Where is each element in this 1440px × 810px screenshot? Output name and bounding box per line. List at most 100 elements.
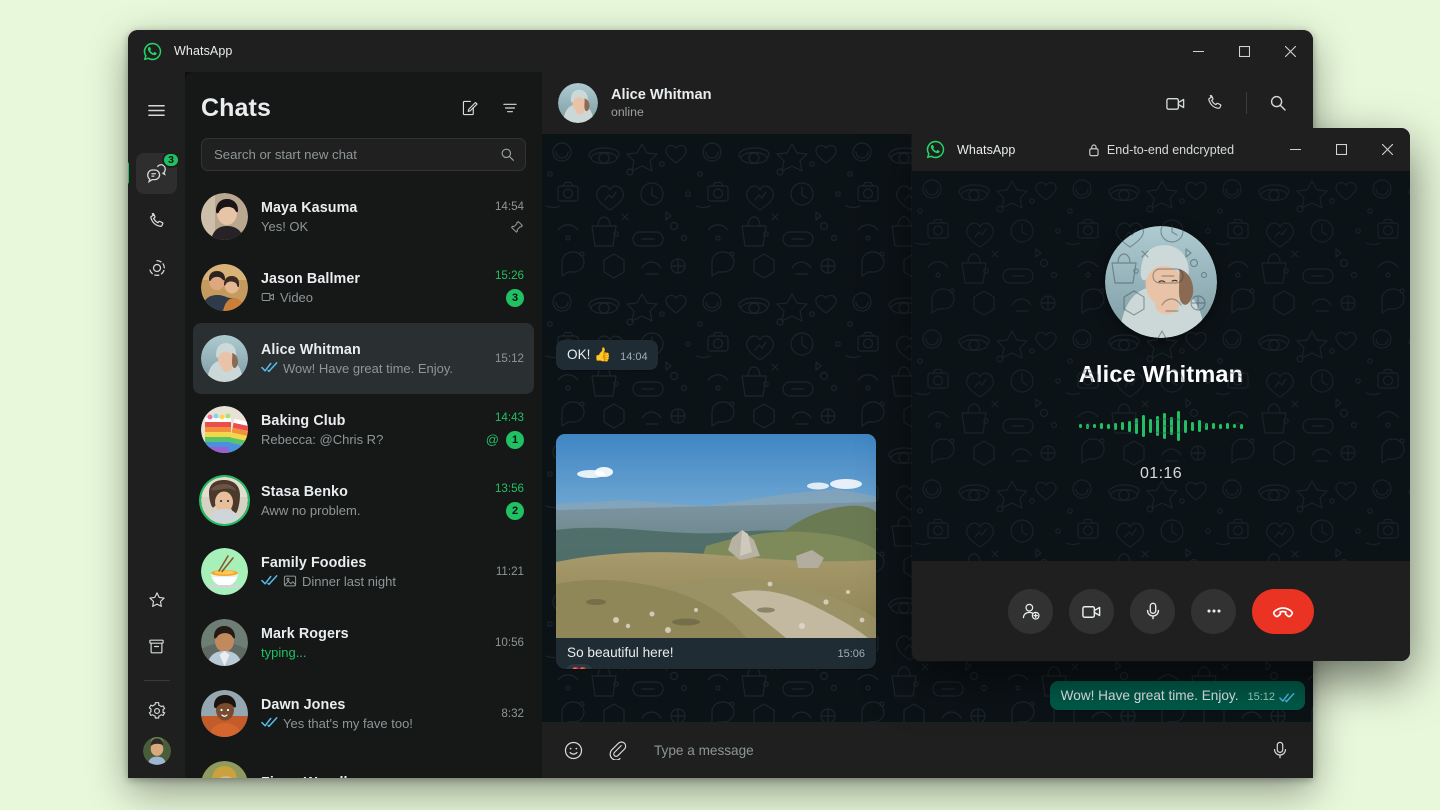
avatar (201, 477, 248, 524)
search-box[interactable] (201, 138, 526, 171)
photo-caption: So beautiful here! (567, 645, 674, 660)
video-call-icon[interactable] (1158, 86, 1192, 120)
chat-list[interactable]: Maya Kasuma Yes! OK 14:54 (185, 181, 542, 778)
conversation-avatar[interactable] (558, 83, 598, 123)
message-meta: 15:12 (1247, 691, 1295, 703)
chat-row-alice-whitman[interactable]: Alice Whitman Wow! Have great time. Enjo… (193, 323, 534, 394)
conversation-header: Alice Whitman online (542, 72, 1313, 134)
chat-row-baking-club[interactable]: Baking Club Rebecca: @Chris R? 14:43 @ 1 (193, 394, 534, 465)
chat-row-content: Ziggy Woodley (261, 775, 501, 778)
chat-row-content: Maya Kasuma Yes! OK (261, 200, 495, 234)
chat-name: Maya Kasuma (261, 200, 495, 216)
whatsapp-logo-icon (925, 139, 946, 160)
rail-divider (144, 680, 170, 681)
attach-icon[interactable] (602, 735, 632, 765)
chat-row-content: Jason Ballmer Video (261, 271, 495, 305)
message-photo[interactable] (556, 434, 876, 638)
chat-row-family-foodies[interactable]: Family Foodies (193, 536, 534, 607)
message-timestamp: 15:06 (837, 648, 865, 660)
image-icon (283, 574, 297, 588)
chat-name: Dawn Jones (261, 697, 501, 713)
search-icon (500, 147, 515, 162)
chat-time: 14:54 (495, 200, 524, 213)
message-text: Wow! Have great time. Enjoy. (1061, 688, 1239, 703)
double-check-icon (261, 361, 278, 376)
chat-row-ziggy-woodley[interactable]: Ziggy Woodley 8:12 (193, 749, 534, 778)
chat-row-content: Dawn Jones Yes that's my fave too! (261, 697, 501, 731)
call-maximize-button[interactable] (1318, 128, 1364, 170)
sidebar-item-chats[interactable]: 3 (136, 153, 177, 194)
double-check-icon (261, 574, 278, 589)
avatar (201, 548, 248, 595)
chat-row-meta: 10:56 (495, 636, 524, 649)
mention-and-badge: @ 1 (486, 431, 524, 449)
chat-preview-text: Yes! OK (261, 219, 308, 234)
profile-avatar[interactable] (143, 737, 171, 765)
chat-name: Baking Club (261, 413, 486, 429)
sidebar-item-status[interactable] (136, 247, 177, 288)
microphone-icon[interactable] (1130, 589, 1175, 634)
avatar (201, 761, 248, 778)
sidebar-item-starred[interactable] (136, 579, 177, 620)
message-text: OK! 👍 (567, 347, 611, 363)
mention-icon: @ (486, 432, 499, 447)
main-titlebar: WhatsApp (128, 30, 1313, 72)
conversation-contact-name: Alice Whitman (611, 87, 712, 103)
call-titlebar: WhatsApp End-to-end endcrypted (912, 128, 1410, 171)
conversation-actions (1158, 86, 1295, 120)
maximize-button[interactable] (1221, 30, 1267, 72)
chat-name: Family Foodies (261, 555, 496, 571)
minimize-button[interactable] (1175, 30, 1221, 72)
sidebar-item-archived[interactable] (136, 626, 177, 667)
chat-row-content: Alice Whitman Wow! Have great time. Enjo… (261, 342, 495, 376)
call-close-button[interactable] (1364, 128, 1410, 170)
chat-time: 13:56 (495, 482, 524, 495)
call-wallpaper-doodle-pattern (912, 171, 1410, 561)
video-camera-icon[interactable] (1069, 589, 1114, 634)
filter-chats-icon[interactable] (494, 92, 526, 124)
new-chat-icon[interactable] (454, 92, 486, 124)
emoji-icon[interactable] (558, 735, 588, 765)
avatar (201, 264, 248, 311)
avatar (201, 335, 248, 382)
search-in-chat-icon[interactable] (1261, 86, 1295, 120)
chat-time: 11:21 (496, 565, 524, 578)
chat-name: Stasa Benko (261, 484, 495, 500)
sidebar-item-calls[interactable] (136, 200, 177, 241)
search-input[interactable] (214, 147, 500, 162)
microphone-icon[interactable] (1265, 735, 1295, 765)
call-app-title: WhatsApp (957, 143, 1015, 157)
sidebar-item-settings[interactable] (136, 690, 177, 731)
ellipsis-icon[interactable] (1191, 589, 1236, 634)
call-minimize-button[interactable] (1272, 128, 1318, 170)
hamburger-menu-icon[interactable] (136, 90, 177, 131)
add-person-icon[interactable] (1008, 589, 1053, 634)
end-call-icon[interactable] (1252, 589, 1314, 634)
search-wrapper (185, 130, 542, 181)
message-bubble-outgoing[interactable]: Wow! Have great time. Enjoy. 15:12 (1050, 681, 1305, 710)
chat-row-maya-kasuma[interactable]: Maya Kasuma Yes! OK 14:54 (193, 181, 534, 252)
pin-icon (510, 220, 524, 234)
message-bubble-incoming[interactable]: OK! 👍 14:04 (556, 340, 658, 370)
message-bubble-photo[interactable]: So beautiful here! 15:06 ❤️ (556, 434, 876, 669)
chat-row-dawn-jones[interactable]: Dawn Jones Yes that's my fave too! 8:32 (193, 678, 534, 749)
message-input[interactable] (654, 743, 1251, 758)
chat-row-jason-ballmer[interactable]: Jason Ballmer Video 15:26 3 (193, 252, 534, 323)
chat-row-content: Family Foodies (261, 555, 496, 589)
chat-preview-text: Yes that's my fave too! (283, 716, 413, 731)
chat-preview: Wow! Have great time. Enjoy. (261, 361, 495, 376)
chat-row-mark-rogers[interactable]: Mark Rogers typing... 10:56 (193, 607, 534, 678)
chat-row-stasa-benko[interactable]: Stasa Benko Aww no problem. 13:56 2 (193, 465, 534, 536)
close-button[interactable] (1267, 30, 1313, 72)
message-timestamp: 15:12 (1247, 691, 1275, 703)
avatar (201, 406, 248, 453)
conversation-contact-status: online (611, 105, 712, 119)
message-timestamp: 14:04 (620, 351, 648, 363)
call-window-controls (1272, 128, 1410, 170)
voice-call-icon[interactable] (1198, 86, 1232, 120)
call-window: WhatsApp End-to-end endcrypted (912, 128, 1410, 661)
chat-preview-text: typing... (261, 645, 307, 660)
chat-preview-text: Rebecca: @Chris R? (261, 432, 383, 447)
chat-row-meta: 14:43 @ 1 (486, 411, 524, 449)
avatar (201, 619, 248, 666)
